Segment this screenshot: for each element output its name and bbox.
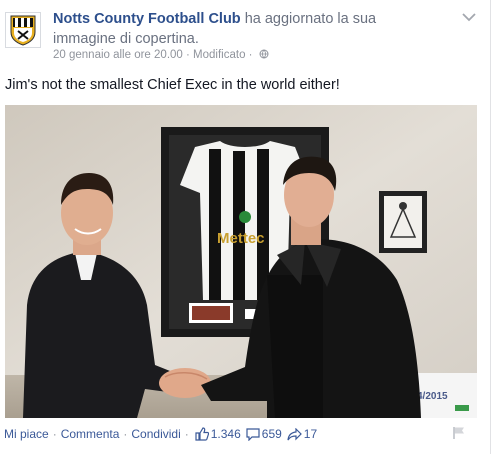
shares-count-value: 17 [303, 427, 318, 441]
cover-photo[interactable]: Mettec 4/2015 [5, 105, 477, 418]
likes-count-value: 1.346 [210, 427, 241, 441]
feed-post: Notts County Football Club ha aggiornato… [0, 0, 491, 454]
post-header: Notts County Football Club ha aggiornato… [53, 9, 453, 49]
page-avatar[interactable] [5, 12, 41, 48]
meta-separator: · [182, 49, 194, 61]
likes-count[interactable]: 1.346 [195, 427, 241, 441]
comments-count[interactable]: 659 [246, 427, 282, 441]
poster: 4/2015 [415, 373, 477, 418]
action-separator: · [184, 427, 189, 441]
handshake [159, 368, 211, 398]
post-action-text-cont: immagine di copertina. [53, 31, 199, 47]
globe-icon[interactable] [259, 49, 269, 59]
comment-link[interactable]: Commenta [61, 427, 120, 441]
comments-count-value: 659 [261, 427, 282, 441]
thumbs-up-icon [195, 427, 209, 441]
post-timestamp[interactable]: 20 gennaio alle ore 20.00 [53, 49, 183, 61]
poster-text: 4/2015 [417, 391, 448, 402]
post-message: Jim's not the smallest Chief Exec in the… [5, 77, 340, 93]
framed-picture [379, 191, 427, 253]
share-link[interactable]: Condividi [131, 427, 180, 441]
cover-photo-image: Mettec 4/2015 [5, 105, 477, 418]
action-separator: · [52, 427, 57, 441]
post-meta: 20 gennaio alle ore 20.00 · Modificato · [53, 49, 269, 61]
club-crest-logo [10, 15, 36, 46]
share-arrow-icon [287, 427, 302, 440]
post-actions: Mi piace · Commenta · Condividi · 1.346 … [4, 427, 317, 441]
like-link[interactable]: Mi piace [4, 427, 49, 441]
chevron-down-icon[interactable] [462, 12, 476, 22]
post-action-text: ha aggiornato la sua [240, 11, 377, 27]
meta-separator-2: · [245, 49, 256, 61]
shares-count[interactable]: 17 [287, 427, 317, 441]
action-separator: · [123, 427, 128, 441]
flag-icon[interactable] [452, 426, 466, 440]
page-name-link[interactable]: Notts County Football Club [53, 11, 241, 27]
edited-label[interactable]: Modificato [193, 49, 245, 61]
speech-bubble-icon [246, 427, 260, 441]
shirt-sponsor-text: Mettec [217, 230, 265, 247]
